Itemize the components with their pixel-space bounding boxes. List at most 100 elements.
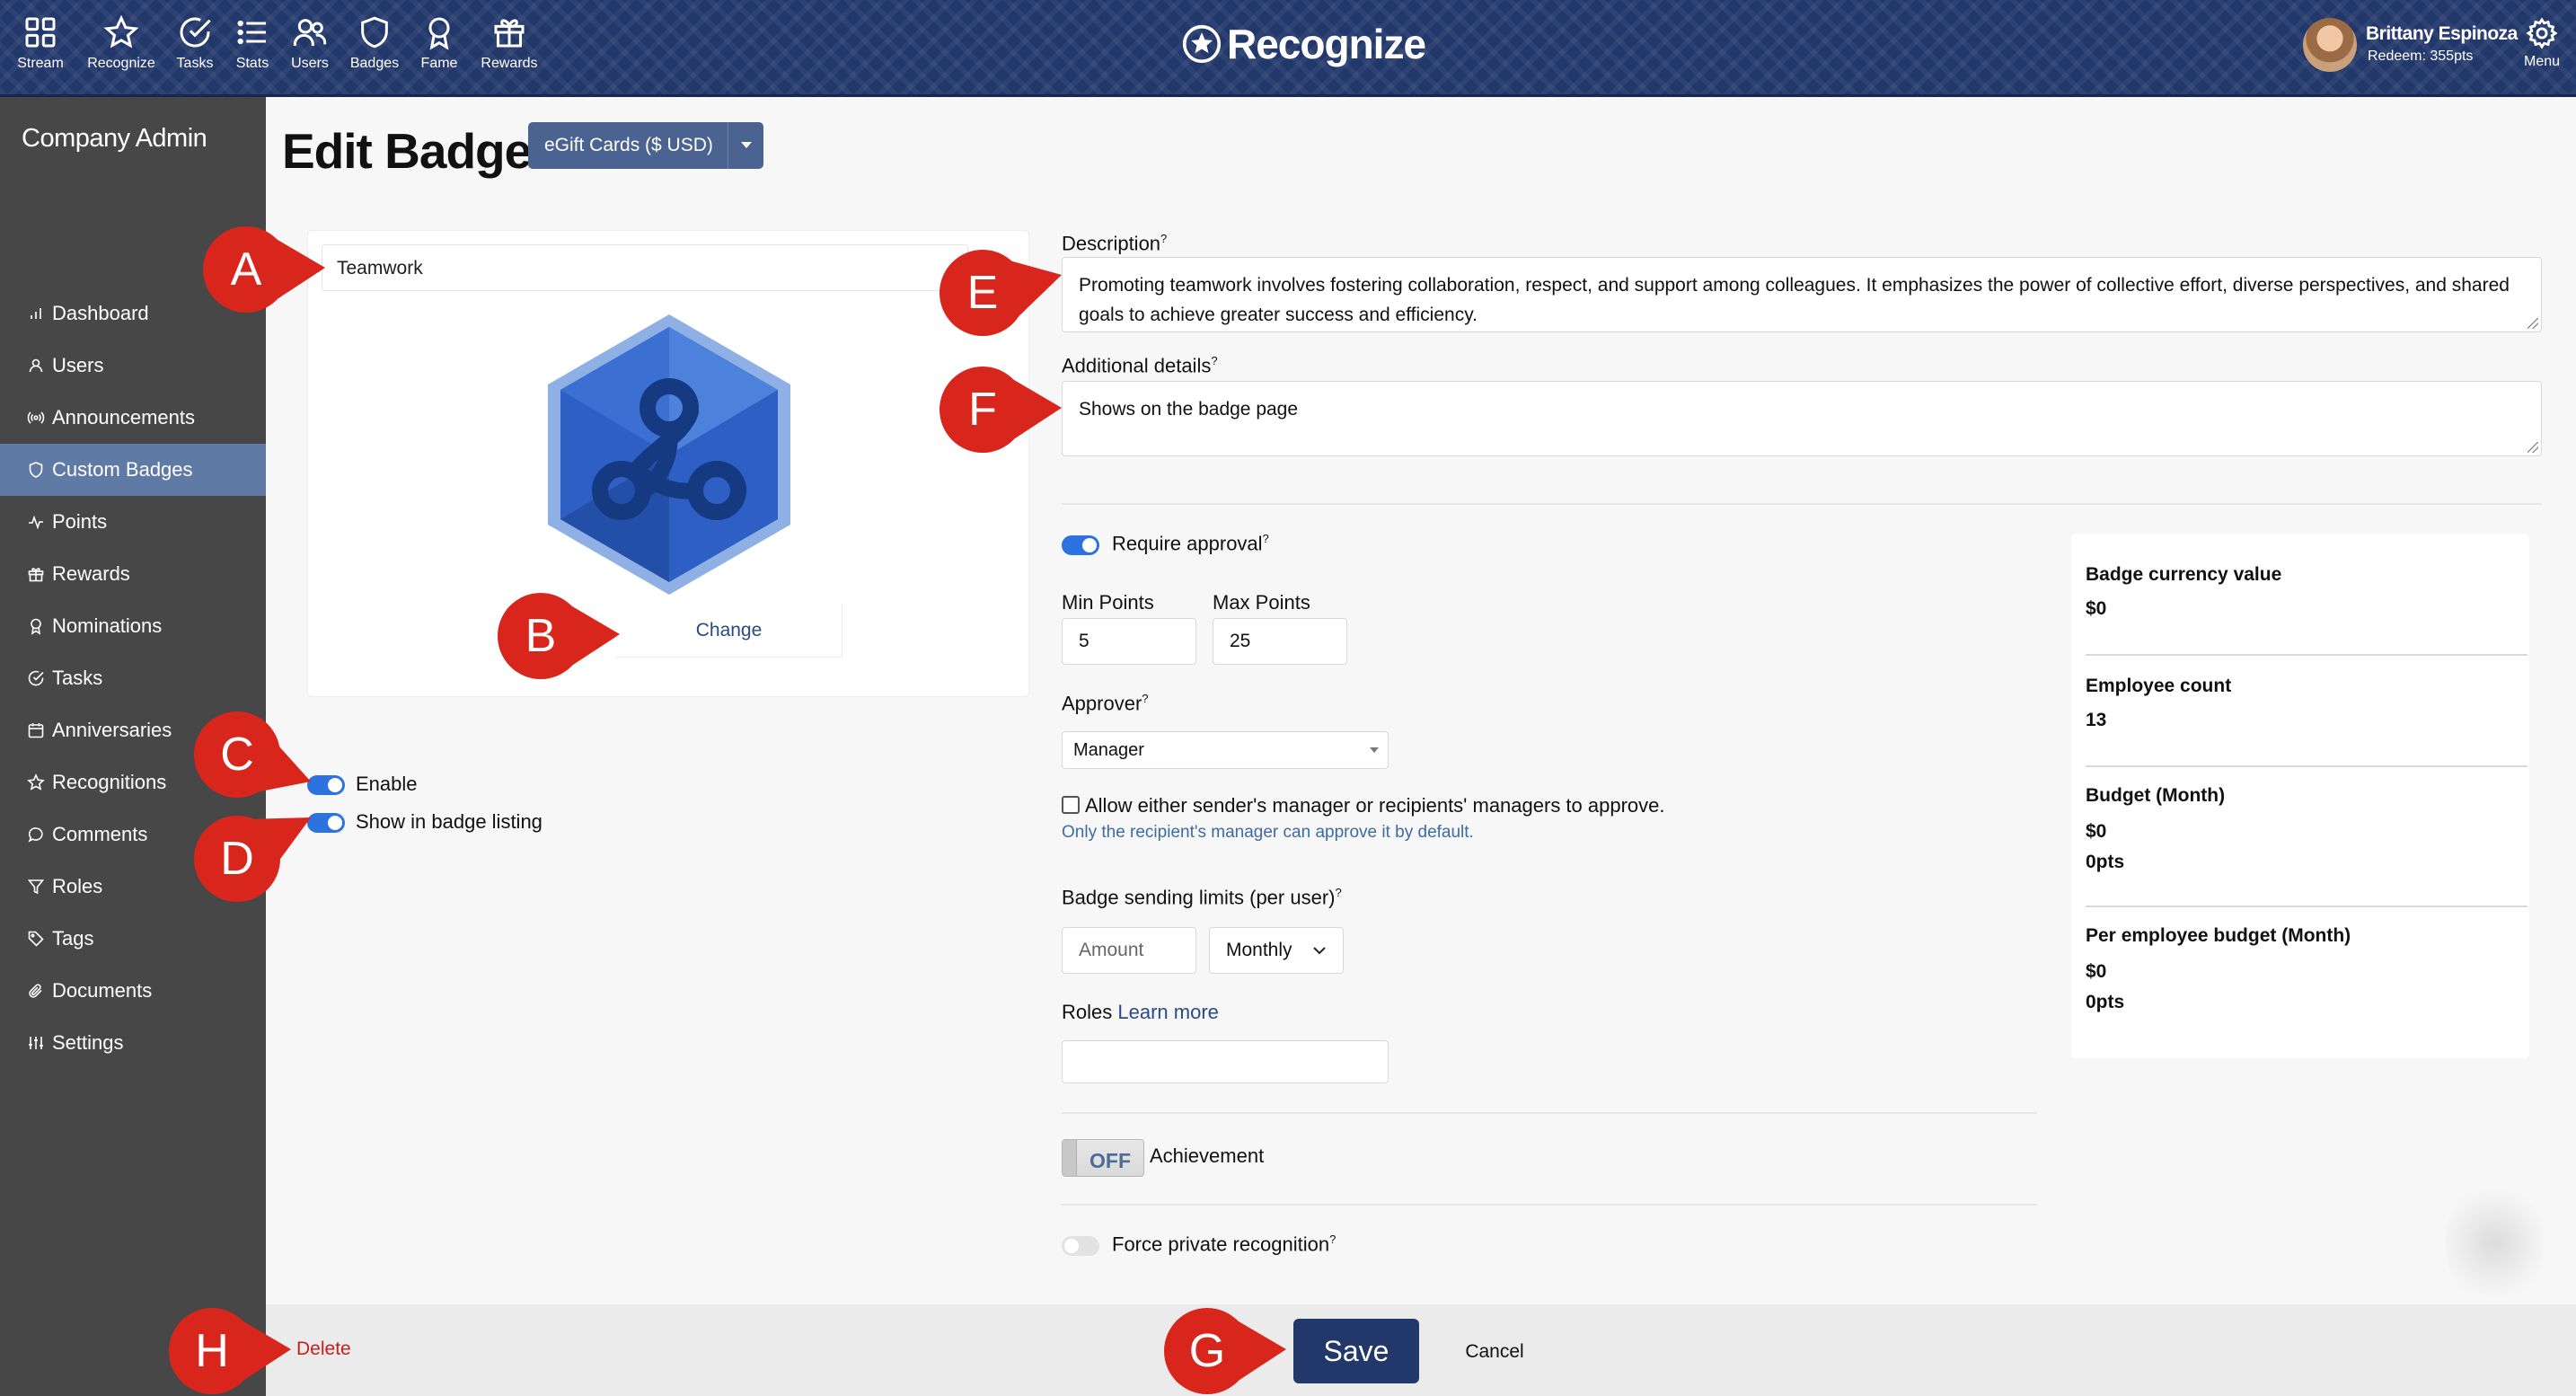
stat-label: Employee count	[2086, 676, 2232, 696]
sidebar-item-settings[interactable]: Settings	[0, 1017, 266, 1069]
nav-fame[interactable]: Fame	[399, 14, 480, 72]
require-approval-toggle[interactable]	[1062, 535, 1099, 555]
sidebar-item-tags[interactable]: Tags	[0, 913, 266, 965]
achievement-label: Achievement	[1150, 1144, 1265, 1167]
cancel-button[interactable]: Cancel	[1448, 1330, 1541, 1374]
roles-learn-more-link[interactable]: Learn more	[1117, 1001, 1219, 1023]
sidebar-item-label: Comments	[52, 823, 148, 845]
callout-letter: G	[1188, 1325, 1226, 1377]
period-select[interactable]: Monthly	[1209, 927, 1344, 974]
approver-select[interactable]: Manager	[1062, 731, 1389, 769]
divider	[1062, 1112, 2037, 1114]
nav-stream[interactable]: Stream	[0, 14, 81, 72]
delete-button[interactable]: Delete	[296, 1339, 351, 1360]
currency-dropdown[interactable]: eGift Cards ($ USD)	[528, 122, 763, 169]
star-icon	[103, 14, 139, 49]
callout-letter: C	[220, 729, 254, 781]
period-value: Monthly	[1226, 940, 1292, 960]
description-field[interactable]: Promoting teamwork involves fostering co…	[1062, 257, 2542, 332]
divider	[1062, 1204, 2037, 1206]
avatar[interactable]	[2303, 18, 2357, 72]
bar-chart-icon	[31, 308, 41, 319]
filter-icon	[27, 879, 45, 895]
chevron-down-icon	[1313, 947, 1326, 955]
help-icon[interactable]: ?	[1329, 1233, 1336, 1246]
stat-label: Budget (Month)	[2086, 785, 2226, 806]
sidebar-item-label: Nominations	[52, 614, 163, 637]
save-button[interactable]: Save	[1293, 1319, 1419, 1383]
allow-managers-checkbox[interactable]	[1062, 796, 1080, 814]
top-navigation-bar: Stream Recognize Tasks Stats Users Badge…	[0, 0, 2576, 97]
sidebar-item-tasks[interactable]: Tasks	[0, 652, 266, 704]
additional-details-label: Additional details?	[1062, 354, 1218, 377]
users-icon	[293, 19, 327, 46]
amount-input[interactable]: Amount	[1062, 927, 1196, 974]
help-icon[interactable]: ?	[1263, 532, 1269, 545]
stat-label: Per employee budget (Month)	[2086, 925, 2351, 946]
change-image-link[interactable]: Change	[616, 604, 842, 658]
stat-value: 13	[2086, 710, 2107, 730]
star-icon	[27, 773, 45, 791]
roles-input[interactable]	[1062, 1040, 1389, 1083]
callout-marker-f: F	[938, 365, 1063, 455]
max-points-input[interactable]: 25	[1213, 618, 1347, 665]
menu-button[interactable]: Menu	[2520, 16, 2563, 70]
sidebar-item-documents[interactable]: Documents	[0, 965, 266, 1017]
user-name[interactable]: Brittany Espinoza	[2366, 23, 2518, 45]
user-icon	[29, 358, 43, 373]
brand-logo[interactable]: Recognize	[1182, 20, 1426, 68]
allow-managers-hint: Only the recipient's manager can approve…	[1062, 823, 1474, 842]
description-label: Description?	[1062, 232, 1168, 255]
force-private-label: Force private recognition?	[1112, 1233, 1337, 1256]
additional-details-field[interactable]: Shows on the badge page	[1062, 381, 2542, 456]
sidebar-item-label: Points	[52, 510, 108, 533]
help-icon[interactable]: ?	[1160, 232, 1167, 245]
nav-recognize[interactable]: Recognize	[81, 14, 162, 72]
callout-letter: F	[968, 384, 997, 436]
nav-rewards[interactable]: Rewards	[469, 14, 550, 72]
list-icon	[237, 20, 266, 45]
resize-handle-icon[interactable]	[2527, 318, 2538, 329]
force-private-toggle[interactable]	[1062, 1236, 1099, 1256]
callout-marker-h: H	[167, 1306, 293, 1396]
pulse-icon	[29, 515, 43, 530]
sidebar-item-users[interactable]: Users	[0, 340, 266, 392]
sidebar-item-label: Tasks	[52, 667, 103, 689]
help-icon[interactable]: ?	[1211, 354, 1217, 367]
sidebar-item-custom-badges[interactable]: Custom Badges	[0, 444, 266, 496]
stat-value: 0pts	[2086, 852, 2125, 872]
achievement-switch[interactable]: OFF	[1062, 1139, 1144, 1177]
additional-details-value: Shows on the badge page	[1079, 399, 1299, 420]
check-circle-icon	[180, 17, 211, 48]
callout-letter: D	[220, 833, 254, 885]
enable-label: Enable	[356, 773, 418, 795]
sidebar-title: Company Admin	[22, 124, 207, 153]
min-points-input[interactable]: 5	[1062, 618, 1196, 665]
check-circle-icon	[28, 670, 44, 686]
sidebar-item-announcements[interactable]: Announcements	[0, 392, 266, 444]
divider	[1062, 503, 2542, 505]
user-points[interactable]: Redeem: 355pts	[2368, 49, 2473, 65]
require-approval-label: Require approval?	[1112, 532, 1269, 555]
sidebar-item-label: Dashboard	[52, 302, 149, 324]
divider	[2086, 654, 2527, 656]
resize-handle-icon[interactable]	[2527, 442, 2538, 453]
sidebar-item-nominations[interactable]: Nominations	[0, 600, 266, 652]
star-badge-icon	[1182, 24, 1222, 64]
brand-name: Recognize	[1227, 21, 1426, 67]
badge-name-input[interactable]: Teamwork	[322, 244, 968, 291]
sidebar-item-label: Custom Badges	[52, 458, 193, 481]
callout-marker-e: E	[938, 248, 1063, 338]
gift-icon	[494, 19, 525, 48]
gift-icon	[28, 568, 44, 582]
shield-icon	[361, 16, 388, 49]
help-icon[interactable]: ?	[1142, 692, 1148, 705]
nav-label: Fame	[420, 56, 458, 71]
sidebar-item-label: Rewards	[52, 562, 130, 585]
sidebar-item-points[interactable]: Points	[0, 496, 266, 548]
stat-value: $0	[2086, 961, 2107, 982]
sidebar-item-rewards[interactable]: Rewards	[0, 548, 266, 600]
switch-knob	[1063, 1140, 1077, 1176]
help-icon[interactable]: ?	[1335, 886, 1341, 899]
caret-down-icon	[728, 122, 763, 169]
